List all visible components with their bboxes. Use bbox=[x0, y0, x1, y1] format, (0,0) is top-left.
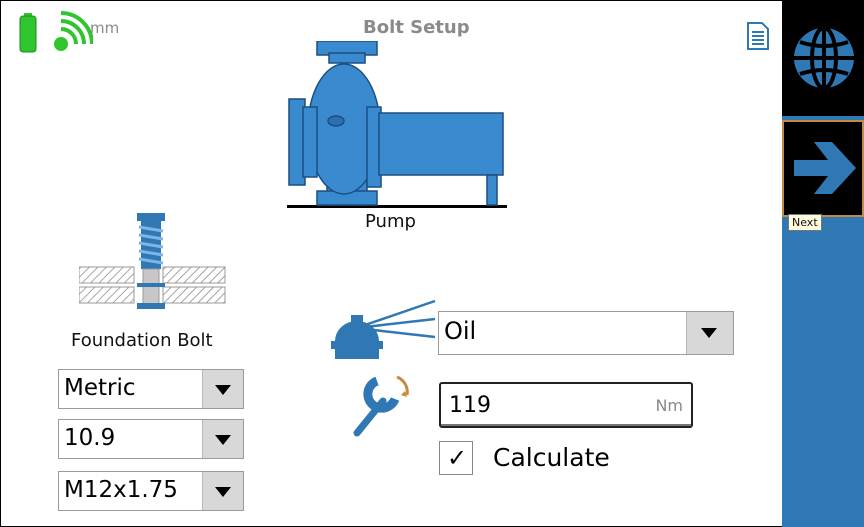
foundation-bolt-illustration bbox=[79, 213, 226, 309]
lubrication-value: Oil bbox=[444, 317, 477, 345]
torque-input[interactable]: 119 Nm bbox=[439, 382, 693, 428]
unit-label: mm bbox=[90, 19, 120, 37]
arrow-right-icon bbox=[794, 142, 856, 194]
torque-value: 119 bbox=[449, 393, 491, 418]
globe-icon bbox=[794, 26, 854, 90]
chevron-down-icon[interactable] bbox=[202, 370, 243, 408]
bolt-grade-select[interactable]: 10.9 bbox=[58, 419, 244, 459]
chevron-down-icon[interactable] bbox=[202, 472, 243, 510]
next-button[interactable] bbox=[782, 120, 864, 217]
bolt-system-select[interactable]: Metric bbox=[58, 369, 244, 409]
lubrication-select[interactable]: Oil bbox=[438, 311, 734, 355]
calculate-label[interactable]: Calculate bbox=[493, 443, 610, 472]
chevron-down-icon[interactable] bbox=[202, 420, 243, 458]
bolt-size-value: M12x1.75 bbox=[64, 477, 178, 503]
wrench-icon bbox=[353, 375, 409, 437]
side-panel: Next bbox=[782, 0, 864, 527]
bolt-system-value: Metric bbox=[64, 375, 136, 401]
battery-icon bbox=[19, 13, 37, 53]
pump-label: Pump bbox=[365, 211, 416, 232]
pump-illustration bbox=[287, 41, 507, 208]
chevron-down-icon[interactable] bbox=[686, 312, 733, 354]
bolt-size-select[interactable]: M12x1.75 bbox=[58, 471, 244, 511]
main-panel: mm Bolt Setup Pump Foundation Bolt Metri… bbox=[1, 1, 781, 526]
page-title: Bolt Setup bbox=[363, 17, 470, 38]
lubrication-spray-icon bbox=[331, 299, 436, 359]
torque-unit: Nm bbox=[655, 396, 683, 415]
next-tooltip: Next bbox=[788, 214, 822, 231]
language-button[interactable] bbox=[782, 0, 864, 116]
document-icon[interactable] bbox=[747, 22, 769, 50]
checkmark-icon: ✓ bbox=[447, 444, 468, 472]
wifi-signal-icon bbox=[54, 11, 93, 51]
calculate-checkbox[interactable]: ✓ bbox=[439, 441, 473, 475]
bolt-grade-value: 10.9 bbox=[64, 425, 116, 451]
foundation-bolt-label: Foundation Bolt bbox=[71, 330, 213, 351]
